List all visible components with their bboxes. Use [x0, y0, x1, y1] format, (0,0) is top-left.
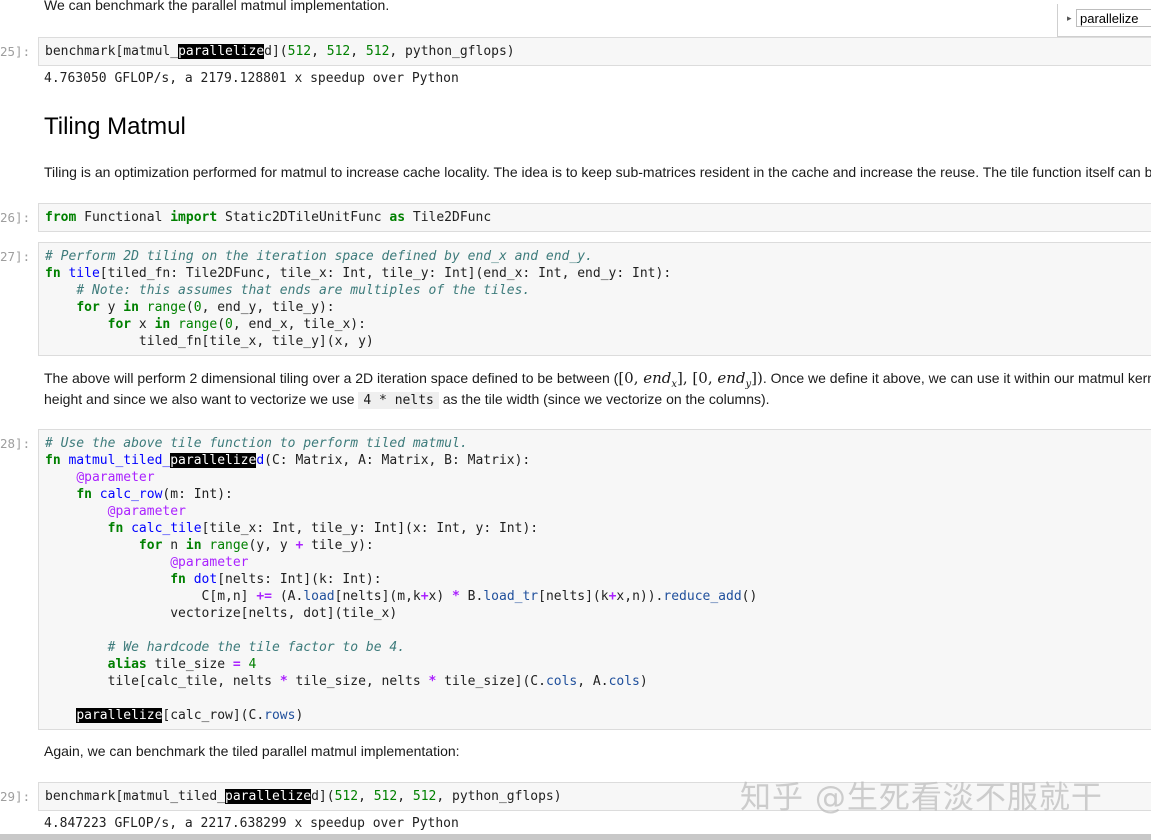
code-line: benchmark[matmul_parallelized](512, 512,… — [45, 44, 515, 59]
code-line: fn tile[tiled_fn: Tile2DFunc, tile_x: In… — [45, 266, 672, 281]
code-line: from Functional import Static2DTileUnitF… — [45, 210, 492, 225]
watermark: 知乎 @生死看淡不服就干 — [740, 780, 1103, 816]
code-line: fn dot[nelts: Int](k: Int): — [170, 572, 382, 587]
search-bar: ▸ — [1057, 4, 1151, 37]
bottom-scrollbar[interactable] — [0, 834, 1151, 840]
code-line: # Use the above tile function to perform… — [45, 436, 468, 451]
cell-prompt: 29]: — [0, 789, 31, 804]
code-line: tile[calc_tile, nelts * tile_size, nelts… — [107, 674, 648, 689]
code-line: alias tile_size = 4 — [107, 657, 257, 672]
section-heading: Tiling Matmul — [44, 113, 186, 140]
code-line: for x in range(0, end_x, tile_x): — [107, 317, 366, 332]
intro-text: We can benchmark the parallel matmul imp… — [44, 0, 390, 13]
code-cell-25[interactable]: benchmark[matmul_parallelized](512, 512,… — [38, 37, 1151, 66]
code-line: @parameter — [170, 555, 249, 570]
code-cell-28[interactable]: # Use the above tile function to perform… — [38, 429, 1151, 730]
code-cell-27[interactable]: # Perform 2D tiling on the iteration spa… — [38, 242, 1151, 356]
cell-prompt: 27]: — [0, 249, 31, 264]
code-line: # Perform 2D tiling on the iteration spa… — [45, 249, 593, 264]
cell-output: 4.763050 GFLOP/s, a 2179.128801 x speedu… — [44, 71, 459, 86]
code-cell-26[interactable]: from Functional import Static2DTileUnitF… — [38, 203, 1151, 232]
code-line: fn calc_row(m: Int): — [76, 487, 233, 502]
search-highlight: parallelize — [225, 789, 312, 804]
code-line: fn matmul_tiled_parallelized(C: Matrix, … — [45, 453, 531, 468]
cell-prompt: 26]: — [0, 210, 31, 225]
code-line: # We hardcode the tile factor to be 4. — [107, 640, 406, 655]
code-line: vectorize[nelts, dot](tile_x) — [170, 606, 398, 621]
cell-prompt: 28]: — [0, 436, 31, 451]
code-line: benchmark[matmul_tiled_parallelized](512… — [45, 789, 562, 804]
code-line: for n in range(y, y + tile_y): — [138, 538, 374, 553]
inline-code: 4 * nelts — [358, 392, 439, 409]
code-line: @parameter — [76, 470, 155, 485]
search-highlight: parallelize — [178, 44, 265, 59]
code-line: @parameter — [107, 504, 186, 519]
code-line: for y in range(0, end_y, tile_y): — [76, 300, 335, 315]
code-line: fn calc_tile[tile_x: Int, tile_y: Int](x… — [107, 521, 539, 536]
paragraph: The above will perform 2 dimensional til… — [44, 369, 1151, 390]
code-line: tiled_fn[tile_x, tile_y](x, y) — [138, 334, 374, 349]
expand-triangle-icon[interactable]: ▸ — [1067, 13, 1072, 24]
cell-output: 4.847223 GFLOP/s, a 2217.638299 x speedu… — [44, 816, 459, 831]
search-highlight: parallelize — [170, 453, 257, 468]
search-input[interactable] — [1076, 9, 1151, 27]
paragraph: height and since we also want to vectori… — [44, 391, 770, 409]
paragraph: Again, we can benchmark the tiled parall… — [44, 743, 460, 759]
cell-prompt: 25]: — [0, 44, 31, 59]
paragraph: Tiling is an optimization performed for … — [44, 164, 1151, 180]
code-line: C[m,n] += (A.load[nelts](m,k+x) * B.load… — [201, 589, 758, 604]
code-line: # Note: this assumes that ends are multi… — [76, 283, 531, 298]
code-line: parallelize[calc_row](C.rows) — [76, 708, 304, 723]
search-highlight: parallelize — [76, 708, 163, 723]
